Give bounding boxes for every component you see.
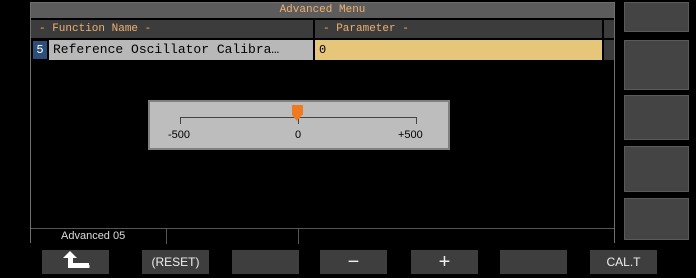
slider-max-label: +500 bbox=[398, 129, 423, 141]
status-bar: Advanced 05 bbox=[31, 228, 614, 244]
slider-tick-max bbox=[416, 117, 417, 124]
page-label: Advanced 05 bbox=[31, 229, 167, 244]
side-key-1[interactable] bbox=[624, 2, 689, 32]
status-cell-empty bbox=[168, 229, 299, 244]
return-arrow-icon bbox=[62, 251, 89, 268]
slider-min-label: -500 bbox=[168, 129, 191, 141]
side-key-3[interactable] bbox=[624, 95, 689, 140]
reset-button[interactable]: (RESET) bbox=[142, 250, 209, 274]
parameter-value-cell[interactable]: 0 bbox=[315, 40, 602, 60]
side-key-5[interactable] bbox=[624, 198, 689, 240]
plus-button[interactable]: + bbox=[411, 250, 478, 274]
slider-tick-min bbox=[180, 117, 181, 124]
row-number: 5 bbox=[33, 41, 47, 59]
function-name-header: - Function Name - bbox=[31, 20, 313, 38]
cal-t-button[interactable]: CAL.T bbox=[590, 250, 657, 274]
slider-thumb-pointer bbox=[292, 115, 302, 121]
side-key-4[interactable] bbox=[624, 146, 689, 192]
advanced-menu-window: Advanced Menu - Function Name - - Parame… bbox=[30, 2, 615, 244]
calibration-slider-panel: -500 0 +500 bbox=[148, 100, 450, 150]
back-button[interactable] bbox=[42, 250, 109, 274]
softkey-blank-3[interactable] bbox=[232, 250, 299, 274]
slider-mid-label: 0 bbox=[295, 129, 302, 141]
slider-thumb[interactable] bbox=[292, 105, 303, 115]
header-scroll-gutter bbox=[604, 20, 614, 38]
parameter-header: - Parameter - bbox=[315, 20, 602, 38]
function-name-cell[interactable]: Reference Oscillator Calibra… bbox=[49, 40, 313, 60]
column-headers: - Function Name - - Parameter - bbox=[31, 20, 614, 38]
softkey-bar: (RESET) − + CAL.T bbox=[0, 248, 696, 276]
side-key-2[interactable] bbox=[624, 40, 689, 90]
softkey-blank-6[interactable] bbox=[500, 250, 567, 274]
menu-row-selected[interactable]: 5 Reference Oscillator Calibra… 0 bbox=[31, 40, 614, 60]
minus-button[interactable]: − bbox=[320, 250, 387, 274]
window-title: Advanced Menu bbox=[31, 3, 614, 18]
scrollbar[interactable] bbox=[604, 40, 614, 60]
